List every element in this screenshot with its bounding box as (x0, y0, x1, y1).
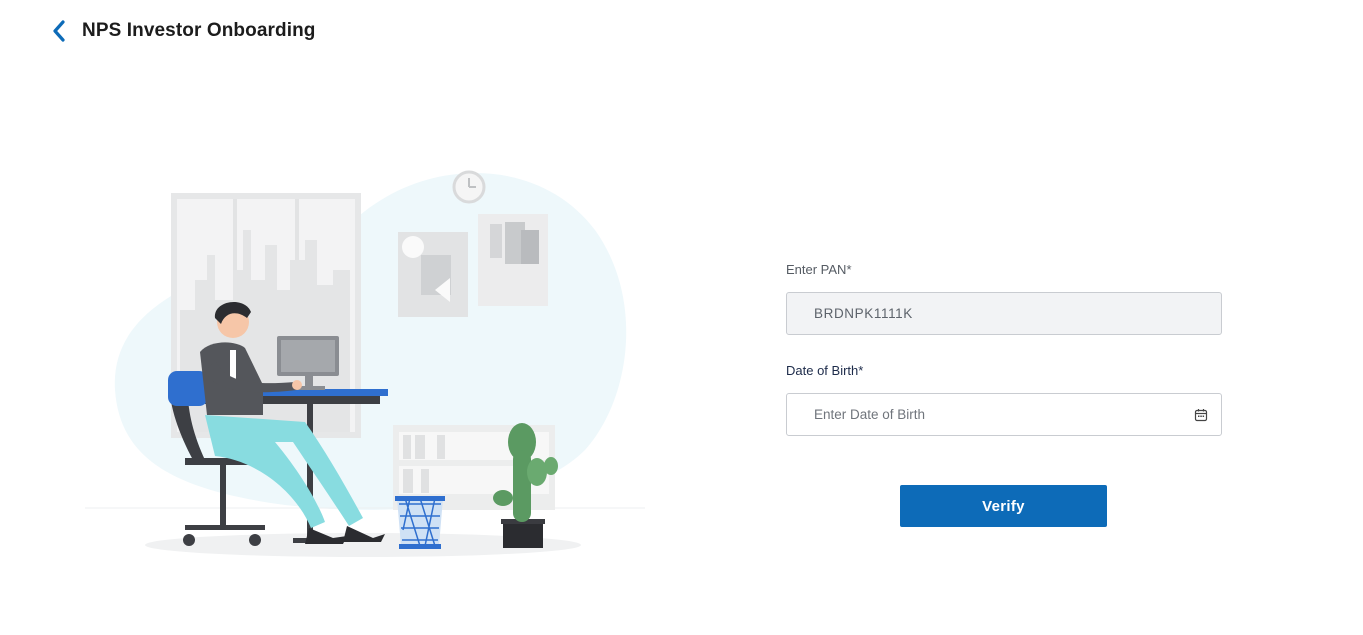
header: NPS Investor Onboarding (48, 16, 316, 46)
pan-label: Enter PAN* (786, 262, 852, 277)
pan-verification-form: Enter PAN* BRDNPK1111K Date of Birth* Ve… (786, 262, 1222, 527)
page-title: NPS Investor Onboarding (82, 20, 316, 41)
pan-field: BRDNPK1111K (786, 292, 1222, 335)
dob-label: Date of Birth* (786, 363, 864, 378)
dob-field[interactable] (786, 393, 1222, 436)
office-illustration (85, 170, 645, 557)
back-button[interactable] (48, 17, 70, 45)
pan-value: BRDNPK1111K (814, 306, 913, 321)
calendar-icon[interactable] (1193, 407, 1209, 423)
chevron-left-icon (53, 20, 65, 42)
dob-input[interactable] (814, 407, 1193, 422)
verify-button[interactable]: Verify (900, 485, 1107, 527)
page: NPS Investor Onboarding Enter PAN* BRDNP… (0, 0, 1363, 635)
